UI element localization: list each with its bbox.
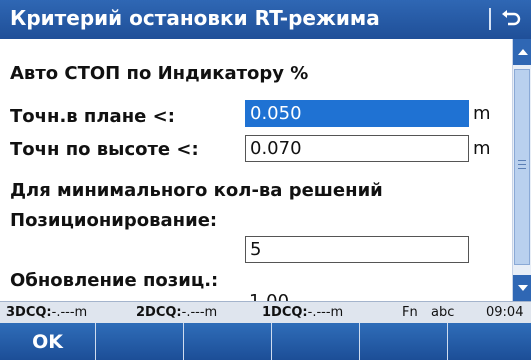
softkey-f2[interactable]	[96, 323, 184, 360]
scroll-thumb[interactable]	[514, 69, 530, 265]
scroll-up-icon	[517, 49, 528, 55]
scroll-grip-line	[518, 164, 526, 165]
horiz-accuracy-input[interactable]: 0.050	[245, 100, 469, 127]
section-heading-min-solutions: Для минимального кол-ва решений	[10, 180, 383, 201]
title-divider	[489, 8, 491, 30]
softkey-f3[interactable]	[184, 323, 272, 360]
status-1dcq: 1DCQ:-.---m	[262, 305, 343, 320]
status-1dcq-value: -.---m	[307, 305, 344, 320]
status-1dcq-label: 1DCQ:	[262, 305, 308, 320]
position-update-label: Обновление позиц.:	[10, 270, 219, 291]
status-3dcq: 3DCQ:-.---m	[6, 305, 87, 320]
status-time: 09:04	[486, 305, 524, 320]
horiz-accuracy-unit: m	[473, 103, 491, 124]
status-2dcq-value: -.---m	[181, 305, 218, 320]
vertical-scrollbar[interactable]	[512, 39, 531, 301]
scroll-grip-line	[518, 168, 526, 169]
status-2dcq: 2DCQ:-.---m	[136, 305, 217, 320]
position-update-value: 1.00	[249, 291, 289, 301]
vert-accuracy-input[interactable]: 0.070	[245, 135, 469, 162]
scroll-up-button[interactable]	[513, 39, 531, 65]
positioning-input[interactable]: 5	[245, 236, 469, 263]
status-bar: 3DCQ:-.---m 2DCQ:-.---m 1DCQ:-.---m Fn a…	[0, 301, 531, 323]
page-title: Критерий остановки RT-режима	[10, 6, 380, 30]
back-button[interactable]	[495, 4, 527, 34]
vert-accuracy-label: Точн по высоте <:	[10, 139, 199, 160]
softkey-f5[interactable]	[360, 323, 448, 360]
scroll-grip-line	[518, 160, 526, 161]
softkey-bar: OK	[0, 323, 531, 360]
back-arrow-icon	[502, 10, 521, 26]
softkey-f4[interactable]	[272, 323, 360, 360]
positioning-label: Позиционирование:	[10, 210, 218, 231]
softkey-ok[interactable]: OK	[0, 323, 96, 360]
scroll-down-button[interactable]	[513, 275, 531, 301]
section-heading-auto-stop: Авто СТОП по Индикатору %	[10, 63, 309, 84]
status-input-mode: abc	[431, 305, 455, 320]
status-2dcq-label: 2DCQ:	[136, 305, 182, 320]
horiz-accuracy-label: Точн.в плане <:	[10, 106, 175, 127]
title-bar: Критерий остановки RT-режима	[0, 0, 531, 39]
status-3dcq-value: -.---m	[51, 305, 88, 320]
scroll-down-icon	[517, 285, 528, 291]
status-fn: Fn	[402, 305, 418, 320]
form-content: Авто СТОП по Индикатору % Точн.в плане <…	[0, 39, 512, 301]
softkey-f6[interactable]	[448, 323, 531, 360]
status-3dcq-label: 3DCQ:	[6, 305, 52, 320]
vert-accuracy-unit: m	[473, 138, 491, 159]
